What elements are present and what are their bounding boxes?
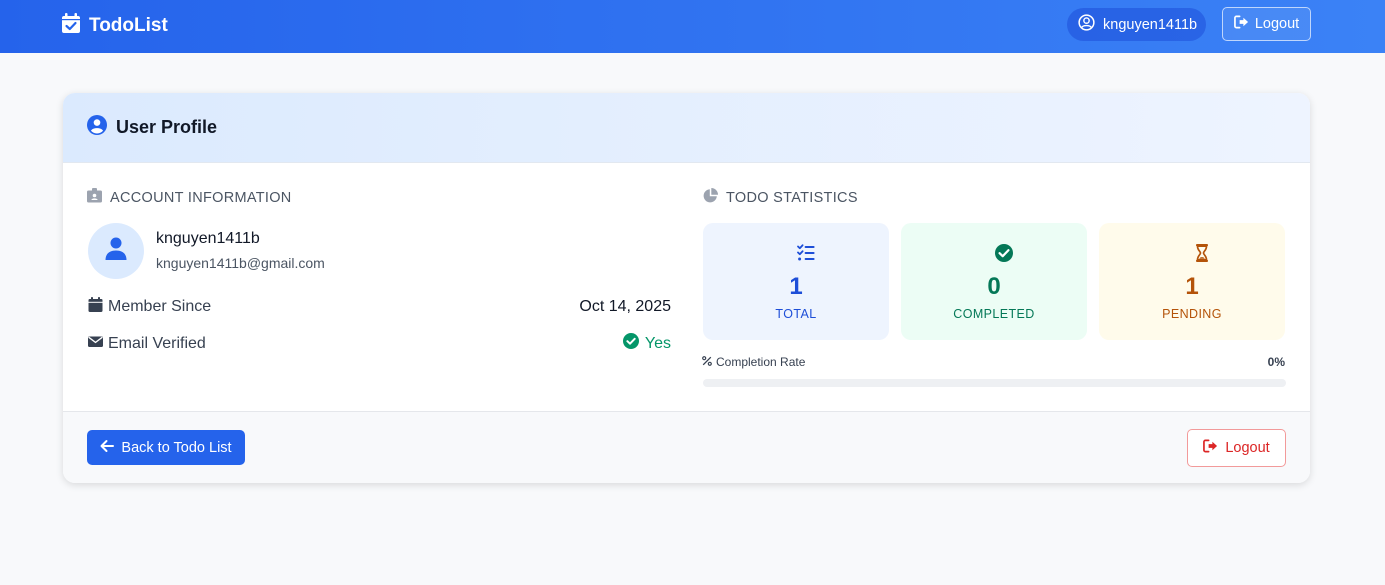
calendar-icon <box>88 297 103 317</box>
card-header: User Profile <box>63 93 1310 163</box>
stat-completed-value: 0 <box>987 273 1001 300</box>
sign-out-icon <box>1233 15 1249 33</box>
email-verified-row: Email Verified Yes <box>88 333 671 354</box>
arrow-left-icon <box>100 439 115 457</box>
stats-section-label: TODO STATISTICS <box>726 189 858 206</box>
profile-card: User Profile ACCOUNT INFORMATION knguyen… <box>63 93 1310 483</box>
stat-pending: 1 PENDING <box>1099 223 1285 340</box>
brand-link[interactable]: TodoList <box>62 13 168 39</box>
user-circle-icon <box>87 115 107 140</box>
stat-completed: 0 COMPLETED <box>901 223 1087 340</box>
brand-name: TodoList <box>89 15 168 36</box>
back-to-todo-list-button[interactable]: Back to Todo List <box>87 430 245 465</box>
member-since-label-group: Member Since <box>88 297 211 317</box>
member-since-row: Member Since Oct 14, 2025 <box>88 297 671 317</box>
footer-logout-label: Logout <box>1225 440 1270 456</box>
email-verified-label: Email Verified <box>108 334 206 352</box>
completion-rate-label-group: Completion Rate <box>702 355 805 369</box>
completion-rate-value: 0% <box>1267 355 1285 369</box>
stat-total-label: TOTAL <box>775 307 817 321</box>
card-footer: Back to Todo List Logout <box>63 411 1310 483</box>
account-section-title: ACCOUNT INFORMATION <box>87 188 292 207</box>
percent-icon <box>702 355 712 369</box>
profile-email: knguyen1411b@gmail.com <box>156 255 325 271</box>
top-navbar: TodoList knguyen1411b Logout <box>0 0 1385 53</box>
envelope-icon <box>88 334 103 354</box>
stat-completed-label: COMPLETED <box>953 307 1035 321</box>
nav-logout-button[interactable]: Logout <box>1222 7 1311 41</box>
calendar-check-icon <box>62 13 80 39</box>
account-section-label: ACCOUNT INFORMATION <box>110 189 292 206</box>
member-since-label: Member Since <box>108 298 212 315</box>
email-verified-value: Yes <box>644 334 671 352</box>
stat-total: 1 TOTAL <box>703 223 889 340</box>
back-button-label: Back to Todo List <box>121 439 232 456</box>
email-verified-status: Yes <box>622 333 671 354</box>
stat-pending-label: PENDING <box>1162 307 1222 321</box>
user-circle-icon <box>1078 14 1095 35</box>
completion-rate-label: Completion Rate <box>716 355 806 369</box>
footer-logout-button[interactable]: Logout <box>1187 429 1286 467</box>
nav-logout-label: Logout <box>1254 16 1300 32</box>
stats-section-title: TODO STATISTICS <box>703 188 858 207</box>
check-circle-icon <box>622 333 639 354</box>
user-icon <box>105 237 127 266</box>
page-title: User Profile <box>116 117 218 137</box>
user-menu-pill[interactable]: knguyen1411b <box>1067 8 1206 41</box>
user-pill-name: knguyen1411b <box>1103 16 1198 33</box>
completion-progress-bar <box>703 379 1286 387</box>
stat-total-value: 1 <box>789 273 803 300</box>
email-verified-label-group: Email Verified <box>88 334 206 354</box>
sign-out-icon <box>1203 439 1218 457</box>
member-since-value: Oct 14, 2025 <box>579 298 671 315</box>
avatar <box>88 223 144 279</box>
pie-chart-icon <box>703 188 718 207</box>
profile-username: knguyen1411b <box>156 230 260 247</box>
stat-pending-value: 1 <box>1185 273 1199 300</box>
id-badge-icon <box>87 188 102 207</box>
